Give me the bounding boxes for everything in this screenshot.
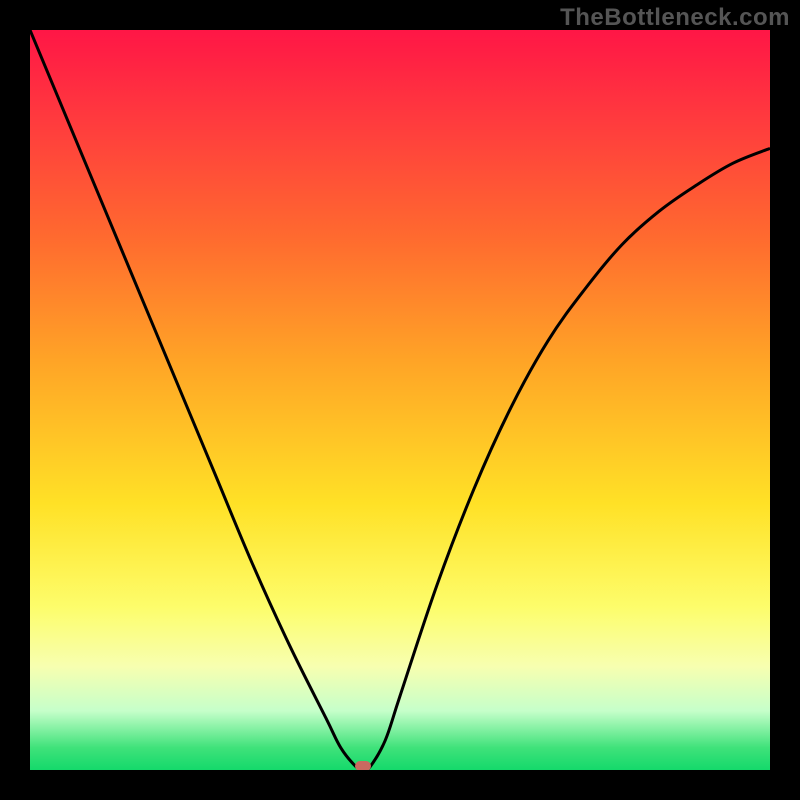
plot-area — [30, 30, 770, 770]
watermark-text: TheBottleneck.com — [560, 4, 790, 32]
minimum-marker-icon — [355, 761, 371, 770]
curve-path — [30, 30, 770, 770]
bottleneck-curve — [30, 30, 770, 770]
chart-frame: TheBottleneck.com — [0, 0, 800, 800]
